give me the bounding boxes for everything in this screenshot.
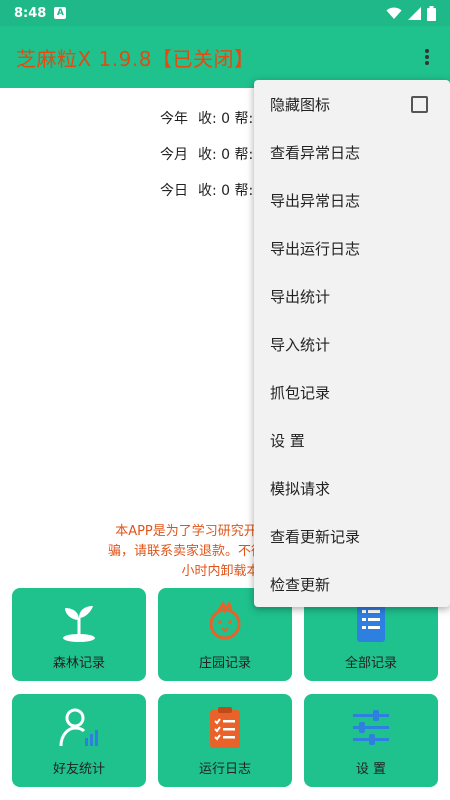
- menu-item-simulate-request[interactable]: 模拟请求: [254, 464, 450, 512]
- menu-item-label: 导出统计: [270, 287, 331, 306]
- stat-row-day: 今日 收: 0 帮: 0: [160, 180, 267, 216]
- menu-item-hide-icon[interactable]: 隐藏图标: [254, 80, 450, 128]
- sprout-icon: [55, 598, 103, 646]
- menu-item-label: 模拟请求: [270, 479, 331, 498]
- menu-item-export-error-log[interactable]: 导出异常日志: [254, 176, 450, 224]
- hide-icon-checkbox[interactable]: [411, 95, 428, 113]
- menu-item-label: 检查更新: [270, 575, 331, 594]
- tile-label: 全部记录: [344, 656, 397, 671]
- more-vert-icon: [425, 49, 429, 65]
- tile-label: 庄园记录: [198, 656, 251, 671]
- tile-friend-stats[interactable]: 好友统计: [12, 694, 146, 787]
- menu-item-label: 导出运行日志: [270, 239, 361, 258]
- menu-item-settings[interactable]: 设 置: [254, 416, 450, 464]
- menu-item-label: 设 置: [270, 431, 305, 450]
- menu-item-export-run-log[interactable]: 导出运行日志: [254, 224, 450, 272]
- stat-row-month: 今月 收: 0 帮: 0: [160, 144, 267, 180]
- menu-item-view-changelog[interactable]: 查看更新记录: [254, 512, 450, 560]
- tile-forest-records[interactable]: 森林记录: [12, 588, 146, 681]
- stat-row-year: 今年 收: 0 帮: 0: [160, 108, 267, 144]
- app-bar: 芝麻粒X 1.9.8【已关闭】: [0, 26, 450, 88]
- tile-settings[interactable]: 设 置: [304, 694, 438, 787]
- menu-item-label: 查看更新记录: [270, 527, 361, 546]
- stats-panel: 今年 收: 0 帮: 0 今月 收: 0 帮: 0 今日 收: 0 帮: 0: [160, 108, 267, 216]
- stat-label: 今日: [160, 183, 188, 199]
- menu-item-label: 抓包记录: [270, 383, 331, 402]
- tile-run-log[interactable]: 运行日志: [158, 694, 292, 787]
- menu-item-label: 查看异常日志: [270, 143, 361, 162]
- sliders-icon: [347, 704, 395, 752]
- menu-item-label: 隐藏图标: [270, 95, 331, 114]
- menu-item-import-stats[interactable]: 导入统计: [254, 320, 450, 368]
- tile-label: 森林记录: [52, 656, 105, 671]
- stat-label: 今年: [160, 111, 188, 127]
- tile-label: 运行日志: [198, 762, 251, 777]
- battery-icon: [427, 5, 436, 21]
- chick-icon: [201, 598, 249, 646]
- log-clipboard-icon: [201, 704, 249, 752]
- stat-label: 今月: [160, 147, 188, 163]
- status-icons: [386, 5, 436, 21]
- overflow-menu-button[interactable]: [412, 42, 442, 72]
- wifi-icon: [386, 7, 402, 19]
- tile-label: 设 置: [355, 762, 387, 777]
- status-bar: 8:48 A: [0, 0, 450, 26]
- status-time: 8:48: [14, 5, 47, 21]
- notification-icon: A: [54, 7, 67, 19]
- signal-icon: [408, 6, 421, 20]
- menu-item-view-error-log[interactable]: 查看异常日志: [254, 128, 450, 176]
- user-stats-icon: [55, 704, 103, 752]
- tile-label: 好友统计: [52, 762, 105, 777]
- menu-item-label: 导入统计: [270, 335, 331, 354]
- overflow-menu: 隐藏图标 查看异常日志 导出异常日志 导出运行日志 导出统计 导入统计 抓包记录…: [254, 80, 450, 607]
- menu-item-capture-records[interactable]: 抓包记录: [254, 368, 450, 416]
- app-title: 芝麻粒X 1.9.8【已关闭】: [16, 46, 255, 71]
- menu-item-export-stats[interactable]: 导出统计: [254, 272, 450, 320]
- menu-item-check-update[interactable]: 检查更新: [254, 560, 450, 608]
- menu-item-label: 导出异常日志: [270, 191, 361, 210]
